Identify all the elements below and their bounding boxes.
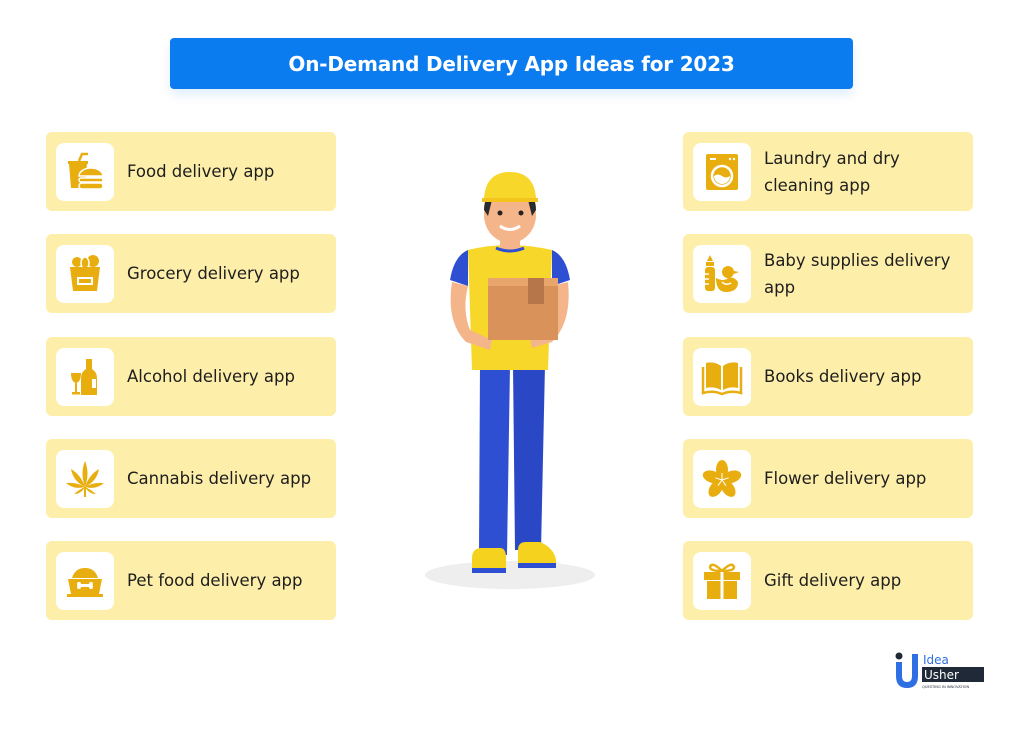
delivery-person-illustration bbox=[425, 172, 595, 589]
left-sleeve bbox=[450, 250, 468, 286]
logo-line2: Usher bbox=[924, 668, 959, 682]
icon-box bbox=[693, 142, 751, 201]
card-label: Pet food delivery app bbox=[127, 571, 303, 590]
card-grocery-delivery: Grocery delivery app bbox=[46, 234, 336, 313]
icon-box bbox=[56, 551, 114, 610]
card-label: Books delivery app bbox=[764, 367, 922, 386]
wine-bottle-icon bbox=[71, 358, 97, 395]
gift-box-icon bbox=[704, 563, 740, 599]
food-icon bbox=[68, 152, 104, 190]
logo-line1: Idea bbox=[923, 653, 949, 667]
card-label: Cannabis delivery app bbox=[127, 469, 312, 488]
package-box bbox=[488, 278, 558, 340]
card-baby-supplies: Baby supplies delivery app bbox=[683, 234, 973, 313]
right-shoe bbox=[518, 542, 556, 565]
logo-tagline: QUESTING IN INNOVATION bbox=[922, 685, 969, 689]
card-alcohol-delivery: Alcohol delivery app bbox=[46, 337, 336, 416]
logo-dot bbox=[895, 652, 903, 660]
icon-box bbox=[56, 347, 114, 406]
flower-icon bbox=[702, 459, 742, 497]
card-label: Food delivery app bbox=[127, 162, 275, 181]
card-label: Laundry and dry cleaning app bbox=[764, 148, 900, 195]
icon-box bbox=[693, 244, 751, 303]
icon-box bbox=[693, 347, 751, 406]
washing-machine-icon bbox=[706, 153, 738, 190]
card-flower: Flower delivery app bbox=[683, 439, 973, 518]
baby-bottle-duck-icon bbox=[705, 254, 739, 292]
icon-box bbox=[693, 551, 751, 610]
right-leg bbox=[513, 365, 545, 550]
cannabis-leaf-icon bbox=[66, 460, 104, 497]
grocery-bag-icon bbox=[70, 254, 100, 291]
card-label: Alcohol delivery app bbox=[127, 367, 295, 386]
icon-box bbox=[693, 449, 751, 508]
idea-usher-logo: Idea Usher QUESTING IN INNOVATION bbox=[895, 652, 984, 689]
shadow bbox=[425, 561, 595, 589]
icon-box bbox=[56, 142, 114, 201]
icon-box bbox=[56, 449, 114, 508]
card-label: Flower delivery app bbox=[764, 469, 927, 488]
card-label: Gift delivery app bbox=[764, 571, 902, 590]
card-food-delivery: Food delivery app bbox=[46, 132, 336, 211]
left-leg bbox=[479, 365, 510, 555]
card-label: Baby supplies delivery app bbox=[764, 250, 951, 297]
pet-bowl-icon bbox=[67, 567, 103, 597]
card-pet-food-delivery: Pet food delivery app bbox=[46, 541, 336, 620]
card-gift: Gift delivery app bbox=[683, 541, 973, 620]
cap bbox=[484, 172, 536, 198]
open-book-icon bbox=[701, 361, 743, 395]
icon-box bbox=[56, 244, 114, 303]
page-title: On-Demand Delivery App Ideas for 2023 bbox=[170, 38, 853, 89]
card-books: Books delivery app bbox=[683, 337, 973, 416]
card-laundry: Laundry and dry cleaning app bbox=[683, 132, 973, 211]
card-cannabis-delivery: Cannabis delivery app bbox=[46, 439, 336, 518]
left-shoe bbox=[472, 548, 506, 570]
card-label: Grocery delivery app bbox=[127, 264, 300, 283]
